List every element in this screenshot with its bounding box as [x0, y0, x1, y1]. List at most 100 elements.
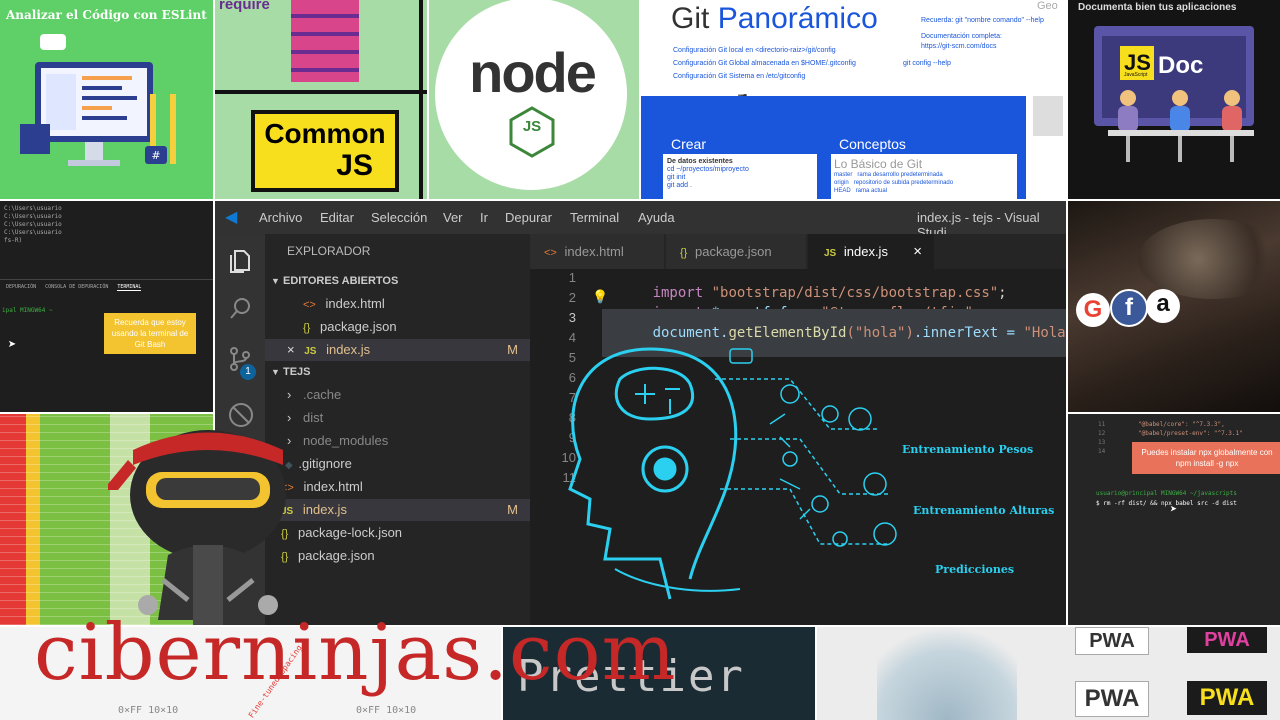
tree-item[interactable]: › .cache — [265, 384, 530, 406]
line-number: 11 — [1098, 421, 1106, 428]
project-label: TEJS — [282, 366, 311, 378]
commonjs-line1: Common — [264, 118, 386, 149]
blocks-stack — [291, 0, 359, 82]
node-word: node — [469, 41, 597, 104]
git-crear-box: De datos existentes cd ~/proyectos/mipro… — [663, 154, 817, 199]
menu-ver[interactable]: Ver — [443, 210, 463, 225]
code-snippet: "@babel/core": "^7.3.3", "@babel/preset-… — [1138, 420, 1243, 438]
explorer-header: EXPLORADOR — [287, 244, 371, 258]
git-concept-row: origin repositorio de subida predetermin… — [834, 180, 954, 186]
ninja-mascot — [108, 430, 286, 625]
git-config-line: Configuración Git local en <directorio-r… — [673, 47, 836, 54]
html-file-icon: <> — [303, 299, 316, 311]
menu-archivo[interactable]: Archivo — [259, 210, 302, 225]
open-editor-item[interactable]: <> index.html — [265, 293, 530, 315]
code-editor[interactable]: 1 2 3 4 5 6 7 8 9 10 11 import "bootstra… — [530, 269, 1066, 625]
font-bit: 0×FF 10×10 — [118, 705, 179, 716]
panel-tab[interactable]: CONSOLA DE DEPURACIÓN — [45, 284, 108, 290]
tab-package-json[interactable]: {} package.json — [666, 234, 806, 269]
ai-label: Entrenamiento Alturas — [913, 504, 1055, 517]
git-config-list: Configuración Git local en <directorio-r… — [673, 44, 856, 83]
menu-editar[interactable]: Editar — [320, 210, 354, 225]
tab-index-html[interactable]: <> index.html — [530, 234, 664, 269]
ai-label: Predicciones — [935, 563, 1015, 576]
jsdoc-js-sub: JavaScript — [1124, 72, 1148, 78]
open-editors-label: EDITORES ABIERTOS — [282, 275, 399, 287]
eye-iris — [1138, 219, 1280, 299]
jsdoc-tile: Documenta bien tus aplicaciones JS JavaS… — [1068, 0, 1280, 199]
close-icon[interactable]: × — [913, 234, 922, 269]
menu-depurar[interactable]: Depurar — [505, 210, 552, 225]
git-concept-row: master rama desarrollo predeterminada — [834, 172, 943, 178]
menu-seleccion[interactable]: Selección — [371, 210, 427, 225]
fan-shape — [877, 627, 1017, 720]
line-number: 2 — [568, 290, 576, 305]
jsdoc-doc: Doc — [1158, 52, 1204, 79]
panel-tab[interactable]: DEPURACIÓN — [6, 284, 36, 290]
js-file-icon: JS — [824, 248, 837, 259]
open-editor-item[interactable]: {} package.json — [265, 316, 530, 338]
terminal-tile-right: 11 12 13 14 "@babel/core": "^7.3.3", "@b… — [1068, 414, 1280, 625]
menu-ir[interactable]: Ir — [480, 210, 488, 225]
terminal-history: C:\Users\usuario C:\Users\usuario C:\Use… — [4, 205, 62, 245]
commonjs-tile: require Common JS — [215, 0, 427, 199]
json-file-icon: {} — [680, 247, 688, 259]
line-number: 12 — [1098, 430, 1106, 437]
project-header[interactable]: ▼ TEJS — [265, 361, 530, 383]
pwa-logo: PWA — [1075, 681, 1149, 717]
terminal-line: C:\Users\usuario — [4, 229, 62, 236]
search-icon[interactable] — [228, 296, 252, 322]
source-control-badge: 1 — [240, 364, 256, 380]
lightbulb-icon[interactable]: 💡 — [592, 289, 608, 305]
git-cmd: git init — [667, 174, 686, 181]
chevron-down-icon: ▼ — [271, 276, 280, 286]
git-config-help: git config --help — [903, 60, 951, 67]
editor-tabs: <> index.html {} package.json JS index.j… — [530, 234, 1066, 269]
terminal-prompt: ipal MINGW64 ~ — [2, 307, 53, 314]
json-file-icon: {} — [303, 322, 311, 334]
git-help-line: https://git-scm.com/docs — [921, 43, 997, 50]
terminal-line: C:\Users\usuario — [4, 213, 62, 220]
menu-ayuda[interactable]: Ayuda — [638, 210, 675, 225]
divider-line-v — [419, 0, 423, 199]
pwa-logo: PWA — [1187, 627, 1267, 653]
git-cmd: git add . — [667, 182, 692, 189]
line-number: 14 — [1098, 448, 1106, 455]
js-file-icon: JS — [304, 346, 317, 357]
tab-index-js[interactable]: JS index.js × — [808, 234, 934, 269]
facebook-icon: f — [1110, 289, 1148, 327]
git-tile: Git Panorámico Geo Recuerda: git "nombre… — [641, 0, 1066, 199]
git-help-notes: Recuerda: git "nombre comando" --help Do… — [921, 16, 1044, 52]
brand-watermark: ciberninjas.com — [34, 608, 677, 698]
open-editor-label: index.html — [325, 296, 385, 311]
terminal-tile-left: C:\Users\usuario C:\Users\usuario C:\Use… — [0, 201, 213, 412]
terminal-command: $ rm -rf dist/ && npx babel src -d dist — [1096, 500, 1237, 507]
open-editors-header[interactable]: ▼ EDITORES ABIERTOS — [265, 270, 530, 292]
terminal-line: C:\Users\usuario — [4, 205, 62, 212]
files-icon[interactable] — [228, 248, 252, 274]
tree-item-label: .cache — [302, 387, 342, 402]
terminal-line: C:\Users\usuario — [4, 221, 62, 228]
chevron-down-icon: ▼ — [271, 367, 280, 377]
mouse-cursor-icon: ➤ — [1170, 502, 1178, 516]
html-file-icon: <> — [544, 247, 557, 259]
tab-label: index.html — [564, 244, 624, 259]
panel-tab-terminal[interactable]: TERMINAL — [117, 284, 142, 291]
font-bit: 0×FF 10×10 — [356, 705, 417, 716]
panel-tabs: DEPURACIÓN CONSOLA DE DEPURACIÓN TERMINA… — [0, 279, 213, 291]
code-line: "@babel/preset-env": "^7.3.1" — [1138, 430, 1243, 437]
menu-terminal[interactable]: Terminal — [570, 210, 619, 225]
eslint-title: Analizar el Código con ESLint — [6, 8, 207, 22]
pwa-logo: PWA — [1187, 681, 1267, 715]
open-editor-label: index.js — [326, 342, 371, 357]
amazon-icon: a — [1146, 289, 1180, 323]
menu-bar: ◀ Archivo Editar Selección Ver Ir Depura… — [215, 201, 1066, 240]
git-corner: Geo — [1037, 0, 1058, 12]
open-editor-label: package.json — [319, 319, 397, 334]
close-icon[interactable]: × — [287, 342, 295, 357]
npx-note: Puedes instalar npx globalmente con npm … — [1132, 442, 1280, 474]
people-illustration — [1108, 90, 1254, 162]
open-editor-item-active[interactable]: × JS index.js M — [265, 339, 530, 361]
terminal-prompt: usuario@principal MINGW64 ~/javascripts — [1096, 490, 1237, 497]
eslint-tile: Analizar el Código con ESLint # — [0, 0, 213, 199]
